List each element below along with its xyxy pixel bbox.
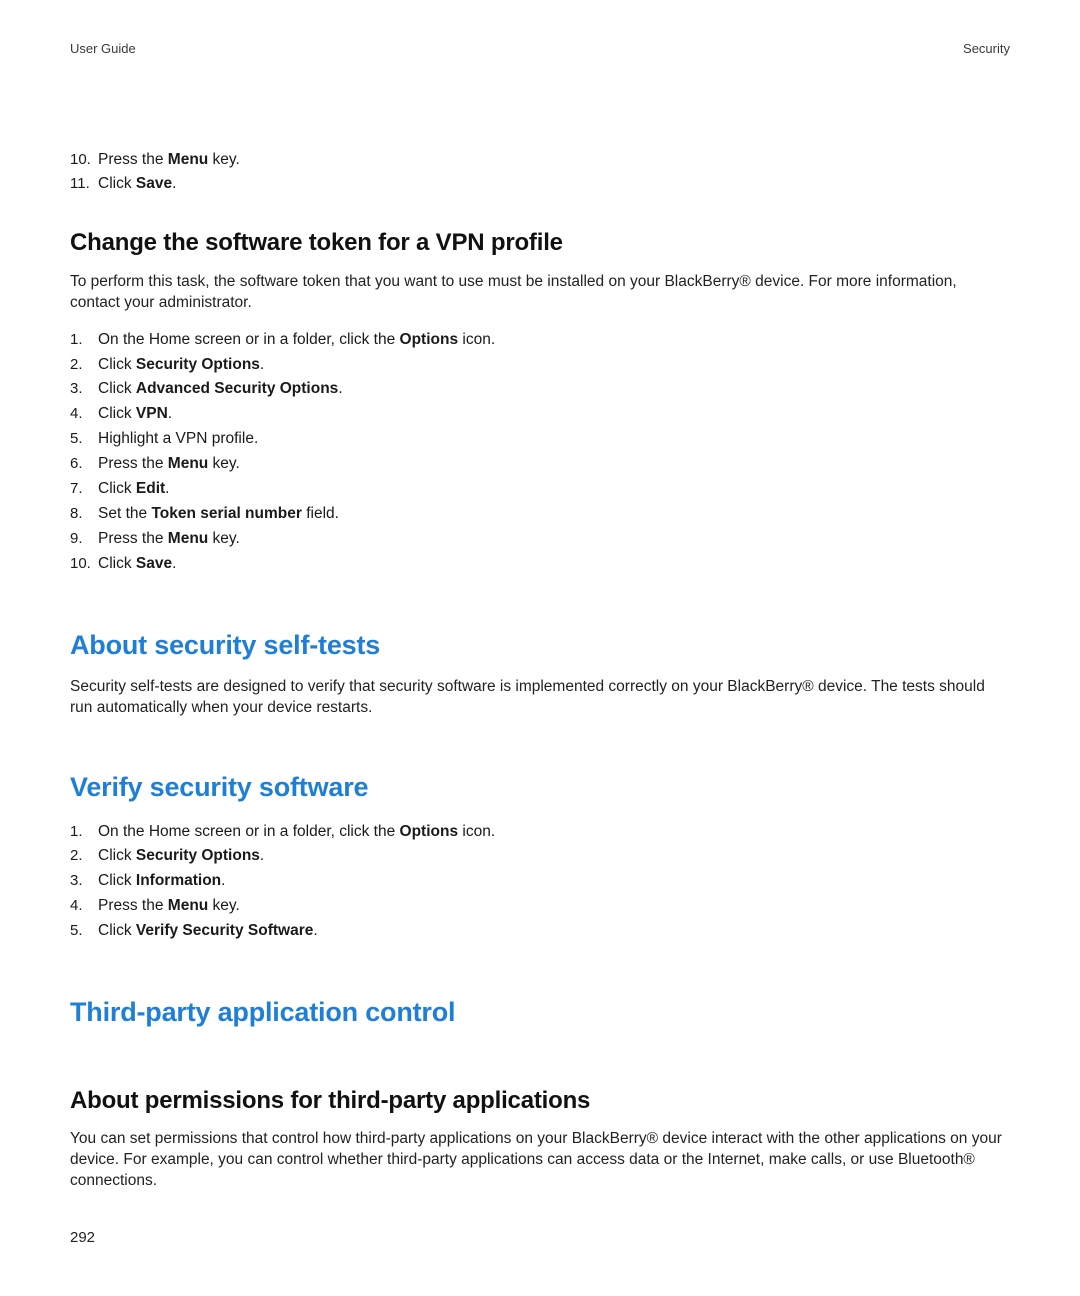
- list-item: 4.Press the Menu key.: [70, 894, 1010, 919]
- list-item-text: Click Save.: [98, 174, 176, 195]
- list-item-text: On the Home screen or in a folder, click…: [98, 822, 495, 843]
- list-item-number: 4.: [70, 896, 98, 916]
- list-item-number: 5.: [70, 429, 98, 449]
- list-item: 3.Click Information.: [70, 869, 1010, 894]
- list-item-text: Press the Menu key.: [98, 529, 240, 550]
- bold-term: VPN: [136, 405, 168, 422]
- continued-steps-list: 10.Press the Menu key.11.Click Save.: [70, 148, 1010, 198]
- list-item-number: 3.: [70, 871, 98, 891]
- list-item-text: Highlight a VPN profile.: [98, 429, 258, 450]
- page-number: 292: [70, 1228, 95, 1248]
- list-item-number: 4.: [70, 404, 98, 424]
- bold-term: Menu: [168, 151, 208, 168]
- list-item-text: Click Security Options.: [98, 846, 264, 867]
- list-item-text: Press the Menu key.: [98, 896, 240, 917]
- list-item-number: 3.: [70, 379, 98, 399]
- bold-term: Menu: [168, 530, 208, 547]
- list-item-number: 9.: [70, 529, 98, 549]
- spacer: [70, 1045, 1010, 1055]
- list-item-number: 2.: [70, 355, 98, 375]
- list-item-text: Click Save.: [98, 554, 176, 575]
- heading-third-party-application-control: Third-party application control: [70, 994, 1010, 1030]
- list-item: 11.Click Save.: [70, 172, 1010, 197]
- running-header: User Guide Security: [70, 40, 1010, 58]
- list-item-number: 2.: [70, 846, 98, 866]
- steps-list-a: 1.On the Home screen or in a folder, cli…: [70, 328, 1010, 577]
- intro-paragraph: To perform this task, the software token…: [70, 272, 1010, 314]
- list-item: 10.Click Save.: [70, 552, 1010, 577]
- document-page: User Guide Security 10.Press the Menu ke…: [0, 0, 1080, 1296]
- list-item-number: 8.: [70, 504, 98, 524]
- list-item: 1.On the Home screen or in a folder, cli…: [70, 820, 1010, 845]
- bold-term: Token serial number: [151, 505, 301, 522]
- list-item-number: 1.: [70, 822, 98, 842]
- list-item-number: 10.: [70, 150, 98, 170]
- bold-term: Menu: [168, 455, 208, 472]
- list-item-text: Click Advanced Security Options.: [98, 379, 343, 400]
- list-item-text: Click Information.: [98, 871, 225, 892]
- running-header-right: Security: [963, 40, 1010, 58]
- list-item-text: Click VPN.: [98, 404, 172, 425]
- list-item-number: 11.: [70, 174, 98, 194]
- list-item-number: 5.: [70, 921, 98, 941]
- list-item: 4.Click VPN.: [70, 402, 1010, 427]
- bold-term: Options: [400, 331, 459, 348]
- bold-term: Save: [136, 175, 172, 192]
- heading-verify-security-software: Verify security software: [70, 769, 1010, 805]
- list-item-text: Press the Menu key.: [98, 150, 240, 171]
- list-item: 2.Click Security Options.: [70, 353, 1010, 378]
- list-item: 10.Press the Menu key.: [70, 148, 1010, 173]
- list-item-text: On the Home screen or in a folder, click…: [98, 330, 495, 351]
- bold-term: Menu: [168, 897, 208, 914]
- bold-term: Options: [400, 823, 459, 840]
- list-item-number: 6.: [70, 454, 98, 474]
- list-item-text: Click Verify Security Software.: [98, 921, 318, 942]
- list-item-number: 7.: [70, 479, 98, 499]
- bold-term: Edit: [136, 480, 165, 497]
- list-item: 6.Press the Menu key.: [70, 452, 1010, 477]
- list-item: 5.Highlight a VPN profile.: [70, 427, 1010, 452]
- heading-about-security-self-tests: About security self-tests: [70, 627, 1010, 663]
- list-item-text: Set the Token serial number field.: [98, 504, 339, 525]
- bold-term: Security Options: [136, 847, 260, 864]
- list-item: 2.Click Security Options.: [70, 844, 1010, 869]
- bold-term: Information: [136, 872, 221, 889]
- body-paragraph-b: Security self-tests are designed to veri…: [70, 677, 1010, 719]
- body-paragraph-d: You can set permissions that control how…: [70, 1129, 1010, 1192]
- list-item: 1.On the Home screen or in a folder, cli…: [70, 328, 1010, 353]
- steps-list-c: 1.On the Home screen or in a folder, cli…: [70, 820, 1010, 945]
- bold-term: Verify Security Software: [136, 922, 313, 939]
- list-item: 7.Click Edit.: [70, 477, 1010, 502]
- heading-change-software-token: Change the software token for a VPN prof…: [70, 227, 1010, 259]
- running-header-left: User Guide: [70, 40, 136, 58]
- list-item-number: 10.: [70, 554, 98, 574]
- list-item-number: 1.: [70, 330, 98, 350]
- list-item-text: Click Edit.: [98, 479, 169, 500]
- list-item-text: Press the Menu key.: [98, 454, 240, 475]
- bold-term: Security Options: [136, 356, 260, 373]
- bold-term: Save: [136, 555, 172, 572]
- bold-term: Advanced Security Options: [136, 380, 338, 397]
- list-item: 5.Click Verify Security Software.: [70, 919, 1010, 944]
- list-item-text: Click Security Options.: [98, 355, 264, 376]
- list-item: 9.Press the Menu key.: [70, 527, 1010, 552]
- list-item: 3.Click Advanced Security Options.: [70, 377, 1010, 402]
- heading-about-permissions: About permissions for third-party applic…: [70, 1085, 1010, 1117]
- list-item: 8.Set the Token serial number field.: [70, 502, 1010, 527]
